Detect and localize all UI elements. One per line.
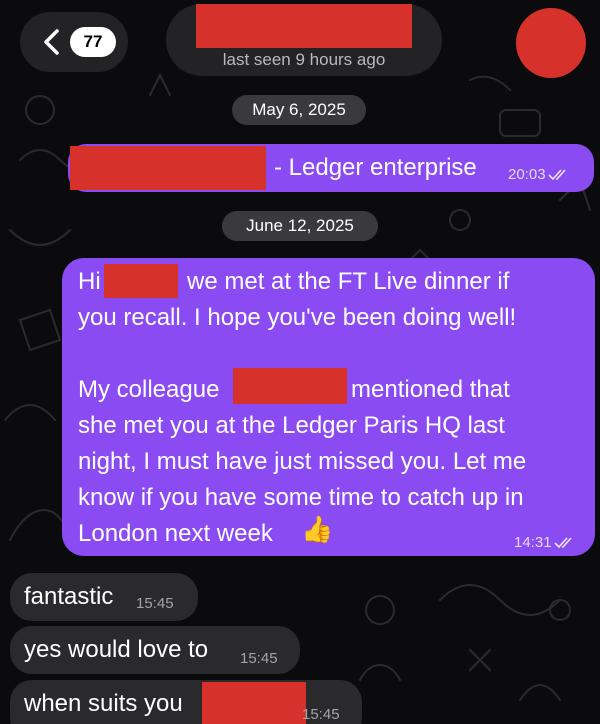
message-text: My colleague — [78, 376, 220, 403]
avatar[interactable] — [516, 8, 586, 78]
message-time: 15:45 — [136, 595, 174, 612]
message-text: we met at the FT Live dinner if — [187, 268, 510, 295]
redacted-name — [233, 368, 347, 404]
incoming-message[interactable]: fantastic 15:45 — [10, 573, 198, 621]
redacted-name — [202, 682, 306, 724]
outgoing-message[interactable]: Hi we met at the FT Live dinner if you r… — [62, 258, 595, 556]
message-time: 14:31 — [514, 534, 576, 551]
message-text: - Ledger enterprise — [274, 154, 477, 181]
double-check-icon — [547, 168, 566, 180]
back-button[interactable]: 77 — [20, 12, 128, 72]
message-text: London next week — [78, 520, 273, 547]
redacted-contact-name — [196, 4, 412, 48]
message-text: know if you have some time to catch up i… — [78, 484, 524, 511]
last-seen-status: last seen 9 hours ago — [222, 50, 386, 69]
incoming-message[interactable]: yes would love to 15:45 — [10, 626, 300, 674]
message-text: when suits you — [24, 690, 183, 717]
incoming-message[interactable]: when suits you 15:45 — [10, 680, 362, 724]
message-text: you recall. I hope you've been doing wel… — [78, 304, 517, 331]
message-text: fantastic — [24, 583, 114, 610]
redacted-name — [104, 264, 178, 298]
message-text: yes would love to — [24, 636, 209, 663]
chevron-left-icon — [38, 28, 66, 56]
message-text: Hi — [78, 268, 101, 295]
message-text: mentioned that — [351, 376, 510, 403]
message-time: 15:45 — [240, 650, 278, 667]
message-time: 15:45 — [302, 706, 340, 723]
date-separator: May 6, 2025 — [232, 95, 366, 125]
redacted-name — [70, 146, 266, 190]
outgoing-message[interactable]: - Ledger enterprise 20:03 — [68, 144, 594, 192]
chat-title-area[interactable]: last seen 9 hours ago — [166, 4, 442, 76]
message-text: she met you at the Ledger Paris HQ last — [78, 412, 505, 439]
thumbs-up-emoji: 👍 — [301, 514, 334, 544]
message-time: 20:03 — [508, 166, 570, 183]
double-check-icon — [553, 536, 572, 548]
date-separator: June 12, 2025 — [222, 211, 378, 241]
unread-count-badge: 77 — [70, 27, 116, 57]
time-label: 14:31 — [514, 534, 552, 551]
message-text: night, I must have just missed you. Let … — [78, 448, 527, 475]
time-label: 20:03 — [508, 166, 546, 183]
